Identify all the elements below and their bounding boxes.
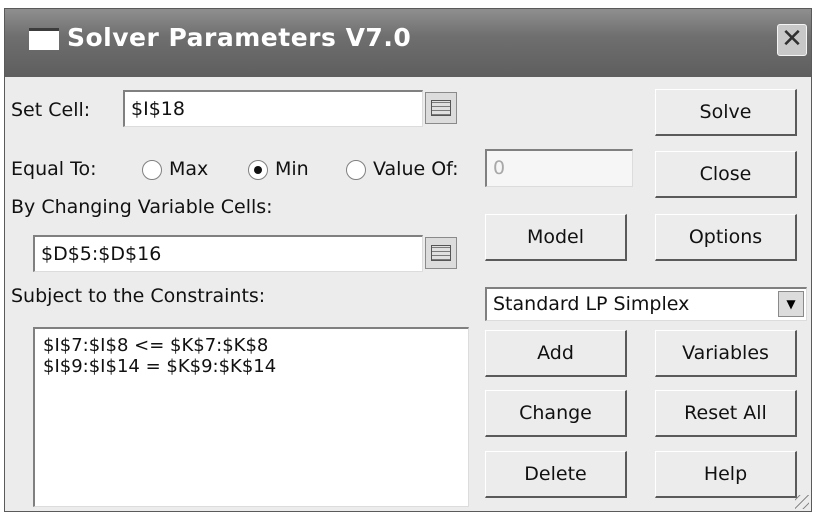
value-of-radio[interactable] <box>346 160 366 180</box>
title-bar[interactable]: Solver Parameters V7.0 ✕ <box>5 9 811 77</box>
set-cell-ref-button[interactable] <box>425 92 457 124</box>
min-radio[interactable] <box>248 160 268 180</box>
close-icon[interactable]: ✕ <box>777 24 807 56</box>
variables-button[interactable]: Variables <box>655 330 797 377</box>
window-title: Solver Parameters V7.0 <box>67 23 412 52</box>
window-icon <box>29 28 59 50</box>
constraints-label: Subject to the Constraints: <box>11 285 266 307</box>
solver-dialog: Solver Parameters V7.0 ✕ Set Cell: $I$18… <box>4 8 812 512</box>
set-cell-label: Set Cell: <box>11 99 91 121</box>
value-of-radio-label[interactable]: Value Of: <box>373 158 459 180</box>
help-button[interactable]: Help <box>655 451 797 498</box>
engine-select-value: Standard LP Simplex <box>493 293 690 315</box>
engine-select[interactable]: Standard LP Simplex ▼ <box>485 287 807 321</box>
changing-cells-field[interactable]: $D$5:$D$16 <box>33 235 423 272</box>
options-button[interactable]: Options <box>655 214 797 261</box>
max-radio[interactable] <box>142 160 162 180</box>
reset-all-button[interactable]: Reset All <box>655 390 797 437</box>
solve-button[interactable]: Solve <box>655 89 797 136</box>
changing-cells-label: By Changing Variable Cells: <box>11 196 273 218</box>
chevron-down-icon[interactable]: ▼ <box>778 291 804 317</box>
min-radio-label[interactable]: Min <box>275 158 309 180</box>
change-button[interactable]: Change <box>485 390 627 437</box>
max-radio-label[interactable]: Max <box>169 158 208 180</box>
add-button[interactable]: Add <box>485 330 627 377</box>
range-select-icon <box>431 100 451 116</box>
close-button[interactable]: Close <box>655 151 797 198</box>
constraints-list[interactable]: $I$7:$I$8 <= $K$7:$K$8 $I$9:$I$14 = $K$9… <box>33 327 469 507</box>
range-select-icon <box>431 245 451 261</box>
delete-button[interactable]: Delete <box>485 451 627 498</box>
equal-to-label: Equal To: <box>11 158 97 180</box>
model-button[interactable]: Model <box>485 214 627 261</box>
changing-cells-ref-button[interactable] <box>425 237 457 269</box>
resize-grip[interactable] <box>795 495 809 509</box>
constraint-item[interactable]: $I$9:$I$14 = $K$9:$K$14 <box>43 356 460 377</box>
set-cell-field[interactable]: $I$18 <box>123 90 423 127</box>
constraint-item[interactable]: $I$7:$I$8 <= $K$7:$K$8 <box>43 335 460 356</box>
value-of-field[interactable]: 0 <box>485 149 633 187</box>
